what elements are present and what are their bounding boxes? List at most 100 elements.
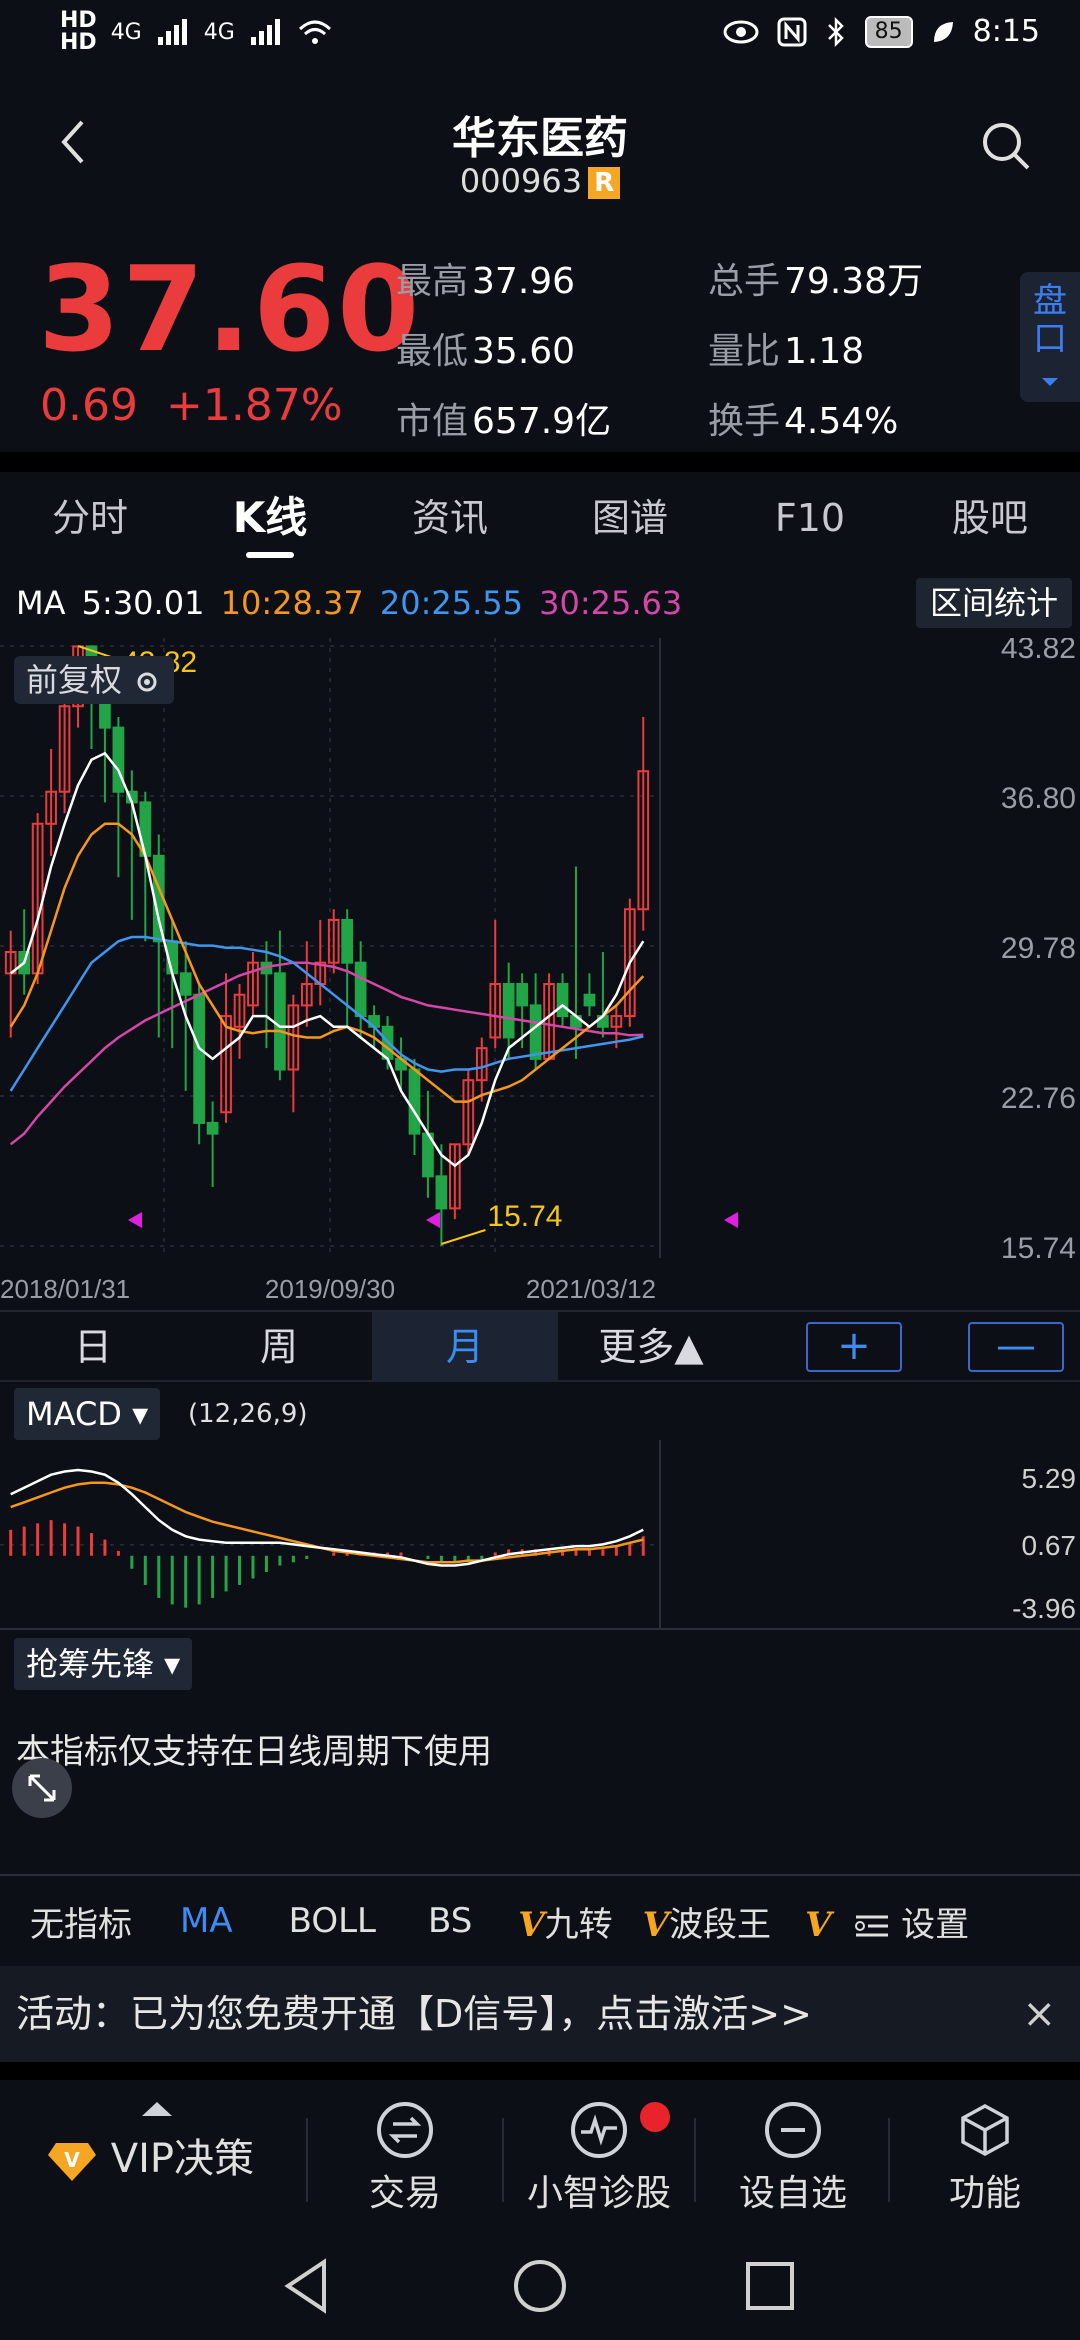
tab-graph[interactable]: 图谱 — [540, 472, 720, 564]
back-triangle-icon[interactable] — [278, 2256, 338, 2316]
indicator-ma[interactable]: MA — [148, 1901, 249, 1941]
search-button[interactable] — [980, 120, 1032, 172]
indicator-boll[interactable]: BOLL — [249, 1901, 392, 1941]
min-price-label: 15.74 — [487, 1200, 562, 1233]
high-stat: 最高 37.96 — [396, 261, 576, 302]
diamond-icon: V — [48, 2143, 96, 2181]
stock-name: 华东医药 — [452, 113, 628, 164]
indicator-note: 本指标仅支持在日线周期下使用 — [16, 1732, 492, 1772]
indicator-jiuzhuan[interactable]: V九转 — [488, 1897, 628, 1946]
zoom-out-button[interactable]: — — [968, 1322, 1064, 1372]
signal-icon — [250, 19, 280, 45]
tab-intraday[interactable]: 分时 — [0, 472, 180, 564]
wifi-icon — [298, 20, 331, 44]
event-marker — [724, 1212, 738, 1228]
adjust-mode-button[interactable]: 前复权 — [14, 656, 175, 704]
tab-forum[interactable]: 股吧 — [900, 472, 1080, 564]
home-circle-icon[interactable] — [510, 2256, 570, 2316]
change-percent: +1.87% — [165, 380, 343, 431]
tab-news[interactable]: 资讯 — [360, 472, 540, 564]
eye-icon — [723, 20, 759, 43]
vip-v-icon: V — [518, 1904, 545, 1945]
divider — [306, 2118, 308, 2202]
ma20-value: 20:25.55 — [379, 584, 523, 622]
tab-kline[interactable]: K线 — [180, 472, 360, 564]
ma-label: MA — [16, 584, 66, 622]
candle-body — [556, 983, 569, 1018]
candle-body — [206, 1121, 219, 1135]
notification-dot — [640, 2102, 670, 2132]
x-tick-label: 2018/01/31 — [0, 1274, 130, 1304]
stock-code: 000963 — [459, 162, 583, 200]
stock-header: 华东医药 000963 R — [0, 72, 1080, 212]
zoom-in-button[interactable]: + — [806, 1322, 902, 1372]
gear-icon — [137, 672, 157, 692]
x-tick-label: 2019/09/30 — [265, 1274, 395, 1304]
indicator-boduanwang[interactable]: V波段王 — [629, 1897, 787, 1946]
indicator-none[interactable]: 无指标 — [0, 1897, 148, 1946]
price-change: 0.69 +1.87% — [40, 380, 343, 431]
bottom-nav: V VIP决策 交易 小智诊股 设自选 功能 — [0, 2080, 1080, 2230]
search-icon — [983, 123, 1030, 170]
stock-code-row: 000963 R — [0, 162, 1080, 200]
nav-watchlist[interactable]: 设自选 — [698, 2080, 888, 2230]
signal-icon — [157, 19, 187, 45]
turnover-stat: 换手 4.54% — [708, 401, 899, 442]
divider — [0, 452, 1080, 472]
margin-badge: R — [588, 167, 621, 199]
volume-ratio-stat: 量比 1.18 — [708, 331, 865, 372]
candle-body — [179, 972, 192, 996]
period-week[interactable]: 周 — [186, 1312, 372, 1382]
promo-text: 活动：已为您免费开通【D信号】，点击激活>> — [16, 1992, 812, 2036]
caret-down-icon — [1042, 378, 1058, 386]
y-tick-label: 29.78 — [1001, 932, 1076, 965]
sim2-label: HD — [60, 30, 97, 55]
period-month[interactable]: 月 — [372, 1312, 558, 1382]
divider — [0, 2062, 1080, 2080]
change-amount: 0.69 — [40, 380, 138, 431]
signal2-label: 4G — [203, 19, 235, 45]
volume-stat: 总手 79.38万 — [708, 261, 924, 302]
candle-body — [435, 1175, 448, 1210]
indicator-selector[interactable]: 抢筹先锋 ▾ — [14, 1638, 193, 1690]
nav-diagnosis[interactable]: 小智诊股 — [504, 2080, 694, 2230]
recents-square-icon[interactable] — [740, 2256, 800, 2316]
status-bar: HD HD 4G 4G 85 8:15 — [0, 0, 1080, 72]
expand-button[interactable] — [12, 1758, 72, 1818]
nav-trade[interactable]: 交易 — [310, 2080, 500, 2230]
kline-chart[interactable]: 43.8236.8029.7822.7615.7443.8215.742018/… — [0, 638, 1080, 1308]
nav-functions[interactable]: 功能 — [890, 2080, 1080, 2230]
range-stats-button[interactable]: 区间统计 — [915, 578, 1072, 628]
close-button[interactable]: × — [1022, 1966, 1056, 2062]
period-more[interactable]: 更多▲ — [558, 1312, 744, 1382]
order-book-button[interactable]: 盘口 — [1020, 272, 1080, 402]
macd-chart[interactable]: 5.29 0.67 -3.96 — [0, 1440, 1080, 1630]
divider — [694, 2118, 696, 2202]
macd-params: (12,26,9) — [188, 1399, 308, 1429]
settings-list-icon — [855, 1915, 889, 1937]
cube-icon — [957, 2102, 1013, 2158]
promo-banner[interactable]: 活动：已为您免费开通【D信号】，点击激活>> × — [0, 1966, 1080, 2062]
period-selector: 日 周 月 更多▲ + — — [0, 1310, 1080, 1382]
event-marker — [128, 1212, 142, 1228]
y-tick-label: 22.76 — [1001, 1082, 1076, 1115]
chevron-up-icon — [142, 2102, 172, 2116]
candle-body — [408, 1068, 421, 1135]
indicator-bar: 无指标 MA BOLL BS V九转 V波段王 V 设置 — [0, 1876, 1080, 1966]
indicator-settings[interactable]: V 设置 — [787, 1897, 985, 1946]
tab-f10[interactable]: F10 — [720, 472, 900, 564]
order-book-label: 盘口 — [1033, 281, 1067, 359]
pulse-icon — [571, 2102, 627, 2158]
macd-tick-label: 0.67 — [1022, 1530, 1077, 1561]
period-day[interactable]: 日 — [0, 1312, 186, 1382]
candle-body — [274, 972, 286, 1071]
exchange-icon — [377, 2102, 433, 2158]
x-tick-label: 2021/03/12 — [526, 1274, 656, 1304]
macd-tick-label: 5.29 — [1022, 1463, 1077, 1494]
nav-vip[interactable]: V VIP决策 — [0, 2080, 300, 2230]
macd-selector[interactable]: MACD ▾ — [14, 1388, 161, 1440]
macd-tick-label: -3.96 — [1012, 1593, 1076, 1624]
indicator-bs[interactable]: BS — [392, 1901, 488, 1941]
candle-body — [341, 918, 354, 964]
quote-panel: 37.60 0.69 +1.87% 最高 37.96 最低 35.60 市值 657.… — [0, 212, 1080, 452]
